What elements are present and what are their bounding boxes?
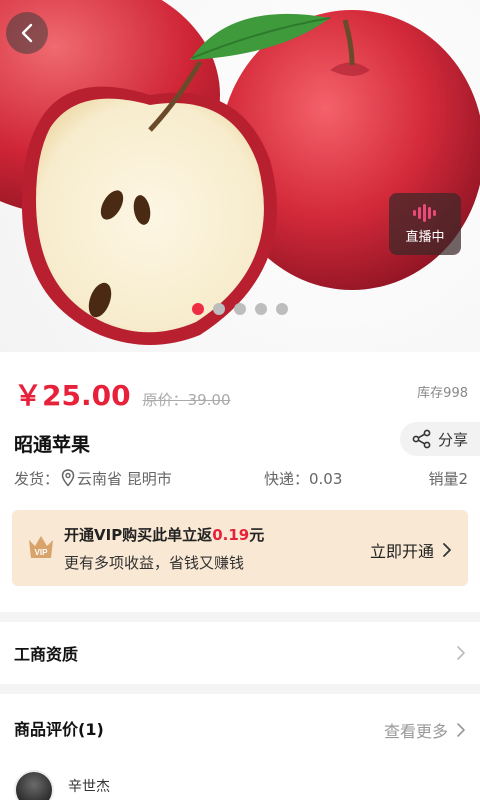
current-price: ￥25.00 — [14, 379, 131, 412]
vip-subtitle: 更有多项收益，省钱又赚钱 — [64, 554, 245, 572]
express-fee: 快递：0.03 — [264, 469, 343, 488]
live-badge[interactable]: 直播中 — [389, 193, 461, 255]
back-button[interactable] — [6, 12, 48, 54]
vip-promo-banner[interactable]: VIP 开通VIP购买此单立返0.19元 更有多项收益，省钱又赚钱 立即开通 — [12, 510, 468, 586]
business-license-label: 工商资质 — [14, 645, 79, 664]
vip-crown-icon: VIP — [29, 536, 53, 558]
shipping-info-row: 发货： 云南省 昆明市 快递：0.03 销量2 — [14, 467, 468, 489]
vip-headline: 开通VIP购买此单立返0.19元 — [64, 524, 264, 545]
reviewer-name: 辛世杰 — [68, 779, 110, 795]
carousel-dot[interactable] — [276, 303, 288, 315]
soundwave-icon — [413, 203, 436, 222]
carousel-dot[interactable] — [192, 303, 204, 315]
carousel-dot[interactable] — [255, 303, 267, 315]
price-row: ￥25.00 原价：39.00 — [14, 374, 231, 414]
view-more-link[interactable]: 查看更多 — [384, 718, 466, 742]
vip-open-label: 立即开通 — [369, 542, 434, 561]
original-price: 原价：39.00 — [142, 391, 231, 409]
avatar — [14, 770, 54, 800]
business-license-row[interactable]: 工商资质 — [0, 622, 480, 684]
vip-headline-prefix: 开通VIP购买此单立返 — [64, 526, 213, 544]
chevron-right-icon — [457, 723, 465, 737]
product-info-card: ￥25.00 原价：39.00 库存998 昭通苹果 分享 发货： 云南省 昆明… — [0, 352, 480, 612]
vip-open-button[interactable]: 立即开通 — [370, 538, 452, 562]
carousel-dot[interactable] — [213, 303, 225, 315]
vip-headline-suffix: 元 — [249, 526, 265, 544]
sales-count: 销量2 — [428, 469, 468, 488]
carousel-dot[interactable] — [234, 303, 246, 315]
chevron-right-icon — [457, 646, 465, 660]
product-title: 昭通苹果 — [14, 434, 91, 456]
vip-badge-text: VIP — [35, 548, 49, 557]
carousel-indicator — [0, 303, 480, 315]
ship-label: 发货： — [14, 469, 60, 488]
chevron-right-icon — [443, 543, 451, 557]
ship-location: 云南省 昆明市 — [77, 469, 172, 488]
apple-product-image — [0, 0, 480, 346]
share-label: 分享 — [438, 430, 469, 449]
share-icon — [412, 429, 431, 449]
vip-cashback-amount: 0.19 — [212, 526, 250, 544]
live-label: 直播中 — [405, 229, 445, 245]
chevron-left-icon — [21, 23, 33, 43]
view-more-label: 查看更多 — [383, 722, 448, 741]
stock-count: 库存998 — [417, 386, 468, 401]
product-image-carousel[interactable]: 直播中 — [0, 0, 480, 352]
location-pin-icon — [61, 469, 75, 487]
reviews-title: 商品评价(1) — [14, 720, 104, 739]
share-button[interactable]: 分享 — [400, 422, 480, 456]
review-item: 辛世杰 — [14, 770, 110, 800]
